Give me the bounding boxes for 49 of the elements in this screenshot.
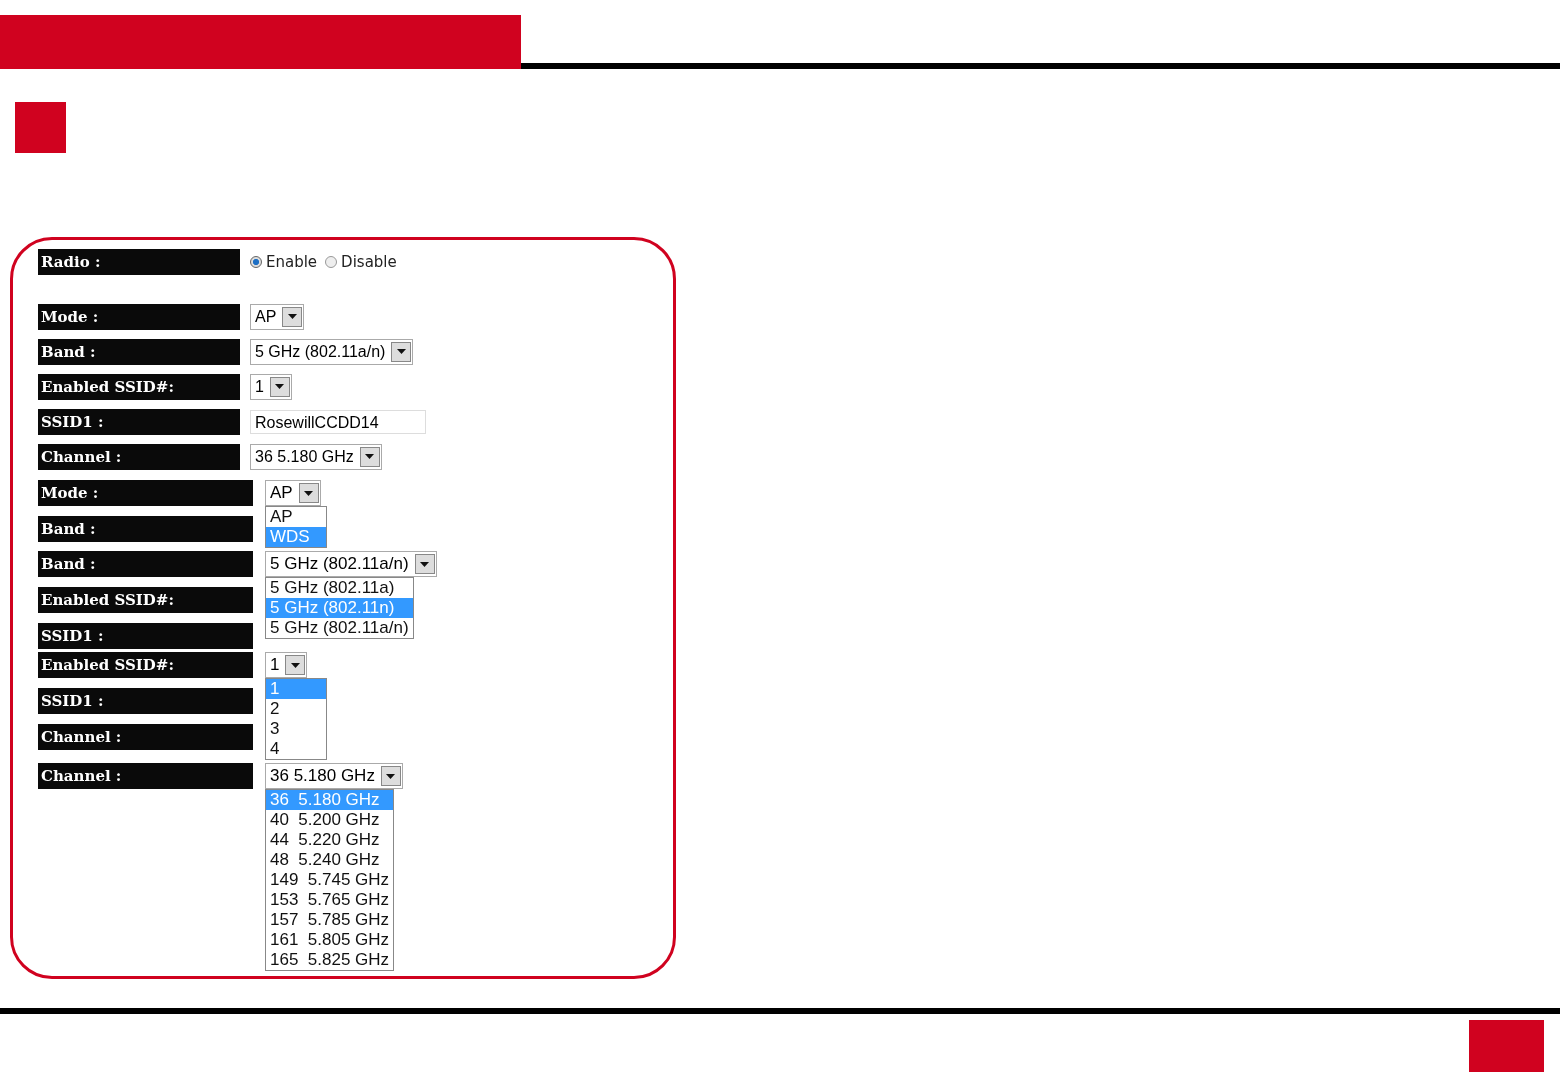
dropdown[interactable]: 36 5.180 GHz — [250, 443, 382, 470]
radio-option[interactable]: Disable — [325, 252, 397, 271]
caret-icon — [359, 446, 380, 467]
field-label: Enabled SSID#: — [38, 652, 253, 678]
field-label: Mode : — [38, 303, 240, 330]
field-label: SSID1 : — [38, 408, 240, 435]
caret-icon — [298, 483, 319, 503]
dropdown-option[interactable]: 4 — [266, 739, 326, 759]
caret-icon — [414, 554, 435, 574]
dropdown-option[interactable]: AP — [266, 507, 326, 527]
field-label: Channel : — [38, 724, 253, 750]
field-label: Radio : — [38, 248, 240, 275]
dropdown[interactable]: AP — [250, 303, 305, 330]
dropdown-option[interactable]: 149 5.745 GHz — [266, 870, 394, 890]
radio-option[interactable]: Enable — [250, 252, 318, 271]
dropdown[interactable]: 1 — [250, 373, 292, 400]
caret-icon — [285, 655, 306, 675]
dropdown-option[interactable]: 5 GHz (802.11a) — [266, 578, 413, 598]
dropdown-option[interactable]: 165 5.825 GHz — [266, 950, 394, 970]
dropdown[interactable]: 1 — [265, 652, 308, 678]
dropdown-option[interactable]: 40 5.200 GHz — [266, 810, 394, 830]
section-marker — [15, 102, 66, 153]
caret-icon — [380, 766, 401, 786]
dropdown-option[interactable]: 2 — [266, 699, 326, 719]
dropdown-option[interactable]: 44 5.220 GHz — [266, 830, 394, 850]
dropdown[interactable]: 5 GHz (802.11a/n) — [250, 338, 414, 365]
field-label: Channel : — [38, 443, 240, 470]
dropdown-option[interactable]: 157 5.785 GHz — [266, 910, 394, 930]
dropdown-option[interactable]: 153 5.765 GHz — [266, 890, 394, 910]
field-label: Mode : — [38, 480, 253, 506]
input-field[interactable]: RosewillCCDD14 — [250, 409, 426, 434]
caret-icon — [269, 376, 290, 397]
dropdown-option[interactable]: 3 — [266, 719, 326, 739]
field-label: SSID1 : — [38, 623, 253, 649]
dropdown[interactable]: AP — [265, 480, 321, 506]
dropdown-option[interactable]: 48 5.240 GHz — [266, 850, 394, 870]
caret-icon — [391, 341, 412, 362]
dropdown-option[interactable]: 161 5.805 GHz — [266, 930, 394, 950]
dropdown[interactable]: 5 GHz (802.11a/n) — [265, 551, 437, 577]
field-label: Enabled SSID#: — [38, 587, 253, 613]
caret-icon — [282, 306, 303, 327]
field-label: Band : — [38, 338, 240, 365]
field-label: SSID1 : — [38, 688, 253, 714]
field-label: Band : — [38, 551, 253, 577]
field-label: Channel : — [38, 763, 253, 789]
field-label: Enabled SSID#: — [38, 373, 240, 400]
dropdown-option[interactable]: 5 GHz (802.11a/n) — [266, 618, 413, 638]
dropdown[interactable]: 36 5.180 GHz — [265, 763, 403, 789]
field-label: Band : — [38, 516, 253, 542]
